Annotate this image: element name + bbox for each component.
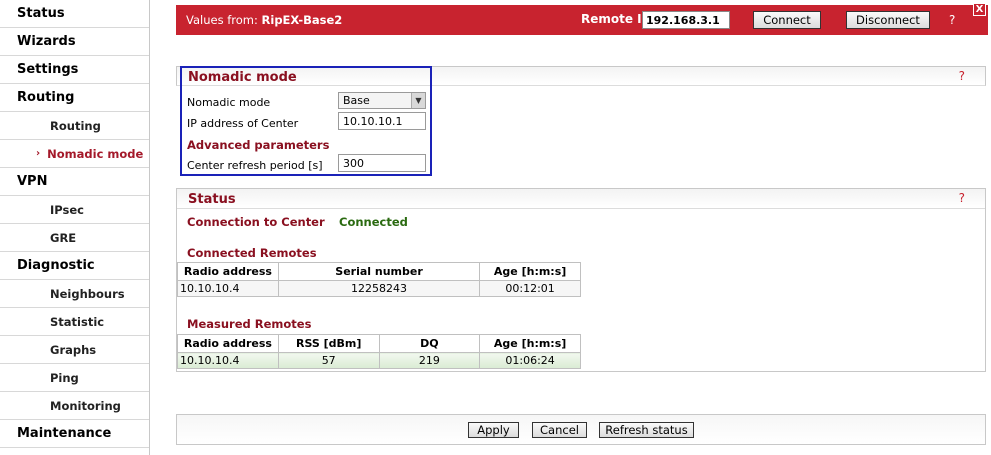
disconnect-button[interactable]: Disconnect	[846, 11, 930, 29]
status-panel-title: Status	[188, 192, 236, 207]
center-ip-input[interactable]: 10.10.10.1	[338, 112, 426, 130]
column-header: Serial number	[277, 262, 481, 281]
header-bar: Values from: RipEX-Base2 Remote IP 192.1…	[176, 5, 988, 35]
sidebar-item-nomadic-mode[interactable]: › Nomadic mode	[0, 140, 149, 168]
nomadic-mode-value: Base	[343, 94, 370, 107]
table-cell: 00:12:01	[479, 280, 581, 297]
sidebar-item-ping[interactable]: Ping	[0, 364, 149, 392]
table-cell: 219	[378, 352, 481, 369]
sidebar-item-label: Ping	[50, 370, 79, 385]
measured-remotes-table: Radio address RSS [dBm] DQ Age [h:m:s] 1…	[177, 334, 581, 369]
apply-button[interactable]: Apply	[468, 422, 519, 438]
table-header-row: Radio address Serial number Age [h:m:s]	[177, 262, 581, 281]
connect-button[interactable]: Connect	[753, 11, 821, 29]
sidebar-item-graphs[interactable]: Graphs	[0, 336, 149, 364]
sidebar-item-label: Monitoring	[50, 398, 121, 413]
refresh-period-label: Center refresh period [s]	[187, 159, 323, 172]
refresh-status-button[interactable]: Refresh status	[599, 422, 694, 438]
sidebar-item-status[interactable]: Status	[0, 0, 149, 28]
connected-remotes-title: Connected Remotes	[187, 246, 317, 260]
status-help-icon[interactable]: ?	[959, 191, 965, 205]
advanced-parameters-label: Advanced parameters	[187, 138, 330, 152]
sidebar-item-monitoring[interactable]: Monitoring	[0, 392, 149, 420]
table-cell: 57	[277, 352, 380, 369]
nomadic-mode-label: Nomadic mode	[187, 96, 271, 109]
sidebar-item-wizards[interactable]: Wizards	[0, 28, 149, 56]
device-name: RipEX-Base2	[261, 13, 343, 27]
sidebar-item-label: Routing	[17, 90, 75, 105]
connection-status-value: Connected	[339, 215, 408, 229]
header-help-icon[interactable]: ?	[949, 13, 955, 27]
refresh-period-input[interactable]: 300	[338, 154, 426, 172]
sidebar-item-ipsec[interactable]: IPsec	[0, 196, 149, 224]
nomadic-mode-select[interactable]: Base ▼	[338, 92, 426, 109]
sidebar-item-vpn[interactable]: VPN	[0, 168, 149, 196]
table-cell: 12258243	[277, 280, 481, 297]
sidebar-item-label: IPsec	[50, 202, 84, 217]
table-header-row: Radio address RSS [dBm] DQ Age [h:m:s]	[177, 334, 581, 353]
column-header: Radio address	[177, 334, 279, 353]
close-icon[interactable]: X	[973, 3, 986, 16]
sidebar-nav: Status Wizards Settings Routing Routing …	[0, 0, 150, 455]
sidebar-item-diagnostic[interactable]: Diagnostic	[0, 252, 149, 280]
sidebar-item-label: Graphs	[50, 342, 97, 357]
table-cell: 10.10.10.4	[177, 352, 279, 369]
sidebar-item-gre[interactable]: GRE	[0, 224, 149, 252]
column-header: RSS [dBm]	[277, 334, 380, 353]
sidebar-item-label: Settings	[17, 62, 79, 77]
sidebar-item-label: Routing	[50, 118, 101, 133]
connection-to-center-label: Connection to Center	[187, 215, 325, 229]
sidebar-item-routing-section[interactable]: Routing	[0, 84, 149, 112]
values-from-prefix: Values from:	[186, 13, 262, 27]
sidebar-item-label: VPN	[17, 174, 48, 189]
chevron-right-icon: ›	[36, 148, 41, 159]
sidebar-item-settings[interactable]: Settings	[0, 56, 149, 84]
column-header: Age [h:m:s]	[479, 334, 581, 353]
status-panel-header: Status ?	[177, 189, 985, 209]
sidebar-item-label: Wizards	[17, 34, 76, 49]
table-cell: 01:06:24	[479, 352, 581, 369]
table-row: 10.10.10.4 57 219 01:06:24	[177, 352, 581, 369]
cancel-button[interactable]: Cancel	[532, 422, 587, 438]
sidebar-item-maintenance[interactable]: Maintenance	[0, 420, 149, 448]
sidebar-item-neighbours[interactable]: Neighbours	[0, 280, 149, 308]
column-header: Radio address	[177, 262, 279, 281]
connected-remotes-table: Radio address Serial number Age [h:m:s] …	[177, 262, 581, 297]
chevron-down-icon: ▼	[411, 93, 425, 108]
sidebar-item-label: Neighbours	[50, 286, 125, 301]
column-header: Age [h:m:s]	[479, 262, 581, 281]
sidebar-item-label: Status	[17, 6, 65, 21]
sidebar-item-statistic[interactable]: Statistic	[0, 308, 149, 336]
nomadic-help-icon[interactable]: ?	[959, 69, 965, 83]
remote-ip-input[interactable]: 192.168.3.1	[642, 11, 730, 29]
measured-remotes-title: Measured Remotes	[187, 317, 312, 331]
sidebar-item-label: GRE	[50, 230, 77, 245]
table-cell: 10.10.10.4	[177, 280, 279, 297]
sidebar-item-label: Nomadic mode	[47, 146, 144, 161]
values-from-text: Values from: RipEX-Base2	[186, 13, 342, 27]
sidebar-item-routing[interactable]: Routing	[0, 112, 149, 140]
sidebar-item-label: Statistic	[50, 314, 105, 329]
remote-ip-label: Remote IP	[581, 12, 651, 26]
sidebar-item-label: Maintenance	[17, 426, 112, 441]
center-ip-label: IP address of Center	[187, 117, 299, 130]
sidebar-item-label: Diagnostic	[17, 258, 95, 273]
table-row: 10.10.10.4 12258243 00:12:01	[177, 280, 581, 297]
column-header: DQ	[378, 334, 481, 353]
